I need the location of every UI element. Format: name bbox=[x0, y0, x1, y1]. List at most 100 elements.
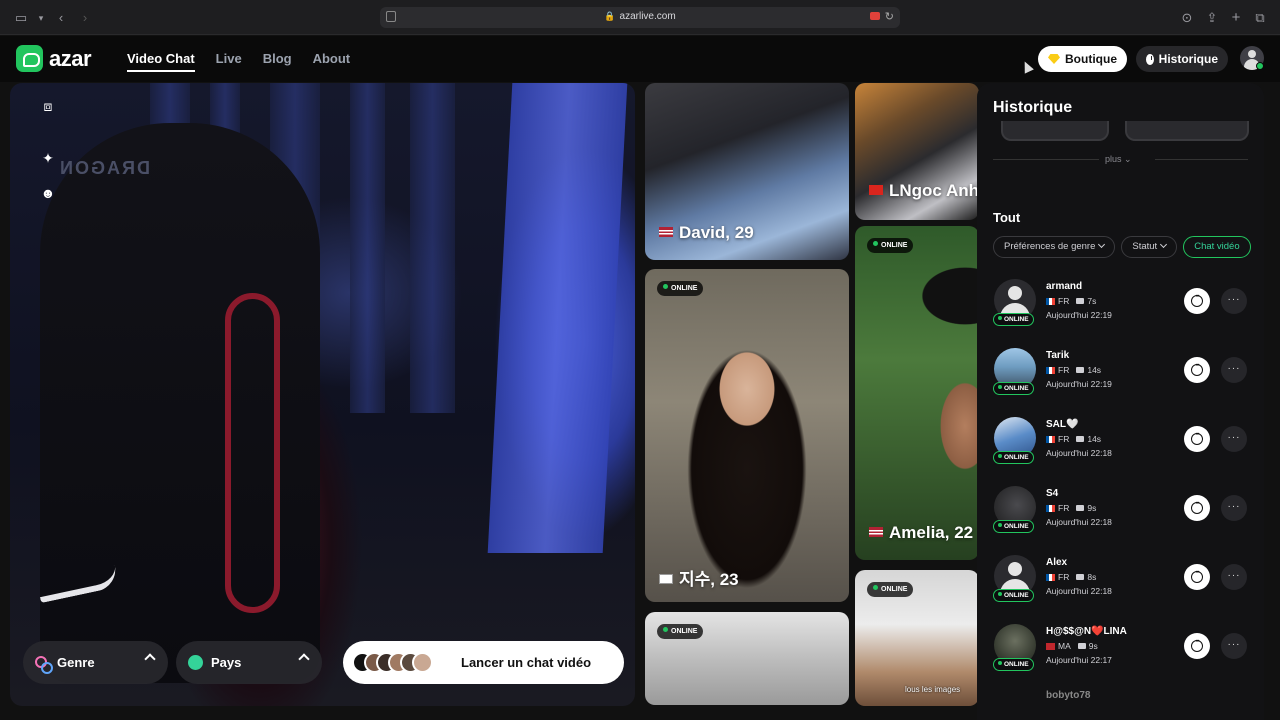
online-badge: ONLINE bbox=[993, 520, 1034, 533]
history-row[interactable]: ONLINE Alex FR 8s Aujourd'hui 22:18 ··· bbox=[977, 549, 1264, 618]
nav-blog[interactable]: Blog bbox=[263, 51, 292, 72]
history-row[interactable]: ONLINE Tarik FR 14s Aujourd'hui 22:19 ··· bbox=[977, 342, 1264, 411]
download-icon[interactable]: ⊙ bbox=[1178, 9, 1196, 27]
call-time: Aujourd'hui 22:18 bbox=[1046, 448, 1112, 458]
history-panel: Historique plus ⌄ Tout Préférences de ge… bbox=[977, 83, 1264, 720]
message-button[interactable] bbox=[1184, 357, 1210, 383]
back-icon[interactable]: ‹ bbox=[52, 9, 70, 27]
avatar-stack bbox=[352, 652, 436, 673]
country-selector[interactable]: Pays bbox=[176, 641, 322, 684]
face-icon[interactable]: ☻ bbox=[40, 185, 56, 201]
user-name: bobyto78 bbox=[1046, 690, 1091, 701]
background-blue-panel bbox=[487, 83, 628, 553]
more-options-button[interactable]: ··· bbox=[1221, 495, 1247, 521]
message-button[interactable] bbox=[1184, 633, 1210, 659]
video-icon bbox=[1076, 367, 1085, 373]
message-button[interactable] bbox=[1184, 288, 1210, 314]
show-more-row[interactable]: plus ⌄ bbox=[993, 154, 1248, 166]
profile-card[interactable]: ONLINE Amelia, 22 bbox=[855, 226, 979, 560]
pays-label: Pays bbox=[211, 655, 242, 670]
logo[interactable]: azar bbox=[16, 45, 92, 72]
chevron-down-icon[interactable]: ▾ bbox=[32, 9, 50, 27]
user-name: Tarik bbox=[1046, 350, 1070, 361]
more-options-button[interactable]: ··· bbox=[1221, 564, 1247, 590]
card-name: 지수, 23 bbox=[679, 570, 739, 589]
filter-bar: Préférences de genre Statut Chat vidéo bbox=[993, 236, 1251, 258]
genre-selector[interactable]: Genre bbox=[23, 641, 168, 684]
camera-recording-icon[interactable] bbox=[870, 12, 880, 20]
country-code: MA bbox=[1058, 641, 1071, 651]
profile-card[interactable]: ONLINE lous les images bbox=[855, 570, 979, 706]
browser-toolbar: ▭ ▾ ‹ › 🔒 azarlive.com ↻ ⊙ ⇪ + ⧉ bbox=[0, 0, 1280, 35]
history-row[interactable]: ONLINE S4 FR 9s Aujourd'hui 22:18 ··· bbox=[977, 480, 1264, 549]
user-meta: FR 14s bbox=[1046, 365, 1101, 375]
online-badge: ONLINE bbox=[993, 451, 1034, 464]
message-button[interactable] bbox=[1184, 495, 1210, 521]
more-options-button[interactable]: ··· bbox=[1221, 357, 1247, 383]
message-button[interactable] bbox=[1184, 564, 1210, 590]
historique-button[interactable]: Historique bbox=[1136, 46, 1228, 72]
filter-gender-preferences[interactable]: Préférences de genre bbox=[993, 236, 1116, 258]
app-header: azar Video Chat Live Blog About Boutique… bbox=[0, 36, 1280, 82]
section-title: Tout bbox=[993, 210, 1021, 225]
more-options-button[interactable]: ··· bbox=[1221, 288, 1247, 314]
tabs-overview-icon[interactable]: ⧉ bbox=[1251, 9, 1269, 27]
filter-label: Statut bbox=[1132, 241, 1158, 252]
us-flag-icon bbox=[869, 527, 883, 537]
genre-label: Genre bbox=[57, 655, 95, 670]
online-badge: ONLINE bbox=[657, 624, 704, 639]
boutique-button[interactable]: Boutique bbox=[1038, 46, 1127, 72]
address-bar[interactable]: 🔒 azarlive.com ↻ bbox=[380, 7, 900, 28]
recent-card-strip[interactable] bbox=[1125, 121, 1249, 141]
sparkle-icon[interactable]: ✦ bbox=[40, 150, 56, 166]
forward-icon[interactable]: › bbox=[76, 9, 94, 27]
online-badge: ONLINE bbox=[993, 658, 1034, 671]
call-time: Aujourd'hui 22:19 bbox=[1046, 310, 1112, 320]
user-name: armand bbox=[1046, 281, 1083, 292]
call-duration: 8s bbox=[1087, 572, 1097, 582]
profile-card[interactable]: David, 29 bbox=[645, 83, 849, 260]
nav-live[interactable]: Live bbox=[216, 51, 242, 72]
us-flag-icon bbox=[659, 227, 673, 237]
country-code: FR bbox=[1058, 572, 1070, 582]
globe-icon bbox=[188, 655, 203, 670]
message-button[interactable] bbox=[1184, 426, 1210, 452]
history-row[interactable]: ONLINE H@$$@N❤️LINA MA 9s Aujourd'hui 22:… bbox=[977, 618, 1264, 687]
start-video-chat-button[interactable]: Lancer un chat vidéo bbox=[343, 641, 624, 684]
history-row[interactable]: ONLINE SAL🤍 FR 14s Aujourd'hui 22:18 ··· bbox=[977, 411, 1264, 480]
card-label-wrap: David, 29 bbox=[659, 223, 754, 243]
profile-card[interactable]: ONLINE bbox=[645, 612, 849, 705]
azar-logo-icon bbox=[16, 45, 43, 72]
user-name: SAL🤍 bbox=[1046, 419, 1079, 430]
history-row[interactable]: ONLINE armand FR 7s Aujourd'hui 22:19 ··· bbox=[977, 273, 1264, 342]
reload-icon[interactable]: ↻ bbox=[885, 10, 894, 23]
online-badge: ONLINE bbox=[993, 382, 1034, 395]
vn-flag-icon bbox=[869, 185, 883, 195]
history-row[interactable]: bobyto78 bbox=[977, 690, 1264, 710]
user-name: Alex bbox=[1046, 557, 1068, 568]
nav-video-chat[interactable]: Video Chat bbox=[127, 51, 195, 72]
filter-label: Chat vidéo bbox=[1194, 241, 1240, 252]
recent-card-strip[interactable] bbox=[1001, 121, 1109, 141]
share-icon[interactable]: ⇪ bbox=[1203, 9, 1221, 27]
online-status-dot bbox=[1256, 62, 1264, 70]
profile-card[interactable]: LNgoc Anh bbox=[855, 83, 979, 220]
background-curtain bbox=[350, 83, 385, 413]
nav-about[interactable]: About bbox=[313, 51, 351, 72]
profile-card[interactable]: ONLINE 지수, 23 bbox=[645, 269, 849, 602]
filter-video-chat[interactable]: Chat vidéo bbox=[1183, 236, 1251, 258]
filter-status[interactable]: Statut bbox=[1121, 236, 1178, 258]
self-camera-feed: DRAGON ⧈ ✦ ☻ bbox=[10, 83, 635, 706]
new-tab-icon[interactable]: + bbox=[1227, 9, 1245, 27]
background-curtain bbox=[410, 83, 455, 413]
more-options-button[interactable]: ··· bbox=[1221, 426, 1247, 452]
more-options-button[interactable]: ··· bbox=[1221, 633, 1247, 659]
sidebar-toggle-icon[interactable]: ▭ bbox=[12, 9, 30, 27]
expand-icon[interactable]: ⧈ bbox=[40, 98, 56, 114]
video-icon bbox=[1077, 643, 1086, 649]
chair-brand-text: DRAGON bbox=[58, 158, 150, 178]
fr-flag-icon bbox=[1046, 435, 1055, 443]
clock-icon bbox=[1146, 53, 1154, 65]
video-icon bbox=[1076, 574, 1085, 580]
country-code: FR bbox=[1058, 434, 1070, 444]
